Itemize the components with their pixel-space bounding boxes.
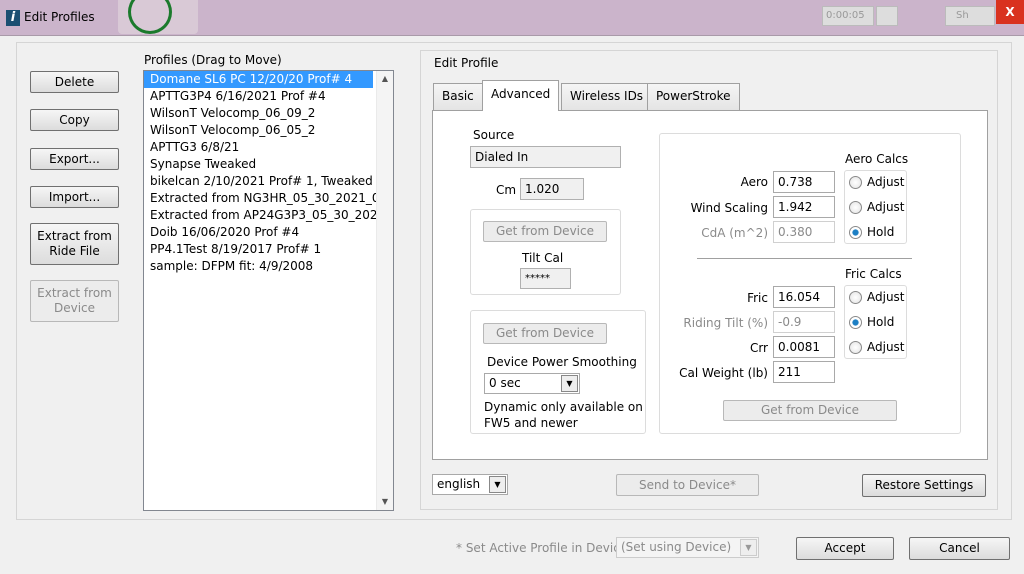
language-value: english	[437, 477, 481, 491]
get-from-device-calcs-button: Get from Device	[723, 400, 897, 421]
active-profile-dropdown: (Set using Device) ▼	[616, 537, 759, 558]
tilt-cal-label: Tilt Cal	[522, 251, 564, 265]
wind-scaling-field[interactable]: 1.942	[773, 196, 835, 218]
extract-from-ride-file-button[interactable]: Extract from Ride File	[30, 223, 119, 265]
profile-list-item[interactable]: Doib 16/06/2020 Prof #4	[144, 224, 393, 241]
crr-label: Crr	[749, 341, 768, 355]
active-profile-label: * Set Active Profile in Device	[456, 541, 628, 555]
radio-label: Hold	[867, 225, 895, 239]
source-field: Dialed In	[470, 146, 621, 168]
scroll-down-arrow-icon[interactable]: ▼	[377, 497, 393, 506]
riding-tilt-field: -0.9	[773, 311, 835, 333]
cal-weight-field[interactable]: 211	[773, 361, 835, 383]
radio-label: Hold	[867, 315, 895, 329]
radio-icon[interactable]	[849, 225, 862, 239]
tab-wireless-ids[interactable]: Wireless IDs	[561, 83, 653, 110]
copy-button[interactable]: Copy	[30, 109, 119, 131]
fric-radio-option[interactable]: Adjust	[849, 340, 905, 354]
fric-label: Fric	[747, 291, 768, 305]
smoothing-label: Device Power Smoothing	[487, 355, 637, 369]
language-dropdown[interactable]: english ▼	[432, 474, 508, 495]
aero-radio-option[interactable]: Hold	[849, 225, 894, 239]
window-title: Edit Profiles	[24, 10, 95, 24]
chevron-down-icon: ▼	[740, 539, 757, 556]
scroll-up-arrow-icon[interactable]: ▲	[377, 74, 393, 83]
profile-list-item[interactable]: WilsonT Velocomp_06_05_2	[144, 122, 393, 139]
profile-list-item[interactable]: sample: DFPM fit: 4/9/2008	[144, 258, 393, 275]
profile-list-item[interactable]: bikelcan 2/10/2021 Prof# 1, Tweaked 6/4	[144, 173, 393, 190]
background-button: Sh	[945, 6, 995, 26]
radio-icon[interactable]	[849, 290, 862, 304]
export-button[interactable]: Export...	[30, 148, 119, 170]
fric-radio-option[interactable]: Hold	[849, 315, 894, 329]
profile-list-item[interactable]: APTTG3 6/8/21	[144, 139, 393, 156]
fric-calcs-label: Fric Calcs	[845, 267, 902, 281]
crr-field[interactable]: 0.0081	[773, 336, 835, 358]
accept-button[interactable]: Accept	[796, 537, 894, 560]
divider	[697, 258, 912, 259]
radio-label: Adjust	[867, 290, 905, 304]
close-button[interactable]: X	[996, 0, 1024, 24]
profile-list-item[interactable]: Synapse Tweaked	[144, 156, 393, 173]
smoothing-dropdown[interactable]: 0 sec ▼	[484, 373, 580, 394]
fric-radio-option[interactable]: Adjust	[849, 290, 905, 304]
chevron-down-icon[interactable]: ▼	[489, 476, 506, 493]
profile-list-item[interactable]: Extracted from AP24G3P3_05_30_2021_08	[144, 207, 393, 224]
cda-label: CdA (m^2)	[701, 226, 768, 240]
get-from-device-tilt-button: Get from Device	[483, 221, 607, 242]
wind-scaling-label: Wind Scaling	[690, 201, 768, 215]
smoothing-note: Dynamic only available on FW5 and newer	[484, 400, 643, 430]
profile-list-item[interactable]: Extracted from NG3HR_05_30_2021_0813_	[144, 190, 393, 207]
import-button[interactable]: Import...	[30, 186, 119, 208]
radio-label: Adjust	[867, 200, 905, 214]
get-from-device-smoothing-button: Get from Device	[483, 323, 607, 344]
aero-calcs-label: Aero Calcs	[845, 152, 909, 166]
radio-label: Adjust	[867, 175, 905, 189]
profile-list-item[interactable]: APTTG3P4 6/16/2021 Prof #4	[144, 88, 393, 105]
background-app-logo	[118, 0, 198, 34]
source-label: Source	[473, 128, 515, 142]
profile-list-item[interactable]: WilsonT Velocomp_06_09_2	[144, 105, 393, 122]
radio-icon[interactable]	[849, 315, 862, 329]
radio-icon[interactable]	[849, 340, 862, 354]
cm-field: 1.020	[520, 178, 584, 200]
radio-icon[interactable]	[849, 200, 862, 214]
extract-from-device-button: Extract from Device	[30, 280, 119, 322]
background-dropdown	[876, 6, 898, 26]
title-bar: i Edit Profiles 0:00:05 Sh X	[0, 0, 1024, 36]
restore-settings-button[interactable]: Restore Settings	[862, 474, 986, 497]
profile-list-item[interactable]: PP4.1Test 8/19/2017 Prof# 1	[144, 241, 393, 258]
radio-label: Adjust	[867, 340, 905, 354]
tab-basic[interactable]: Basic	[433, 83, 483, 110]
profiles-label: Profiles (Drag to Move)	[144, 53, 282, 67]
tab-powerstroke[interactable]: PowerStroke	[647, 83, 740, 110]
chevron-down-icon[interactable]: ▼	[561, 375, 578, 392]
cancel-button[interactable]: Cancel	[909, 537, 1010, 560]
delete-button[interactable]: Delete	[30, 71, 119, 93]
aero-label: Aero	[740, 175, 768, 189]
cal-weight-label: Cal Weight (lb)	[679, 366, 768, 380]
profiles-list[interactable]: Domane SL6 PC 12/20/20 Prof# 4 APTTG3P4 6…	[143, 70, 394, 511]
active-profile-value: (Set using Device)	[621, 540, 732, 554]
edit-profile-label: Edit Profile	[432, 55, 501, 71]
cm-label: Cm	[496, 183, 517, 197]
profiles-scrollbar[interactable]: ▲ ▼	[376, 71, 393, 510]
tilt-cal-field: *****	[520, 268, 571, 289]
tab-advanced[interactable]: Advanced	[482, 80, 560, 111]
app-icon: i	[6, 10, 20, 26]
aero-field[interactable]: 0.738	[773, 171, 835, 193]
fric-field[interactable]: 16.054	[773, 286, 835, 308]
profile-list-item[interactable]: Domane SL6 PC 12/20/20 Prof# 4	[144, 71, 373, 88]
cda-field: 0.380	[773, 221, 835, 243]
riding-tilt-label: Riding Tilt (%)	[683, 316, 768, 330]
radio-icon[interactable]	[849, 175, 862, 189]
aero-radio-option[interactable]: Adjust	[849, 175, 905, 189]
smoothing-value: 0 sec	[489, 376, 521, 390]
send-to-device-button: Send to Device*	[616, 474, 759, 496]
background-time-field: 0:00:05	[822, 6, 874, 26]
aero-radio-option[interactable]: Adjust	[849, 200, 905, 214]
